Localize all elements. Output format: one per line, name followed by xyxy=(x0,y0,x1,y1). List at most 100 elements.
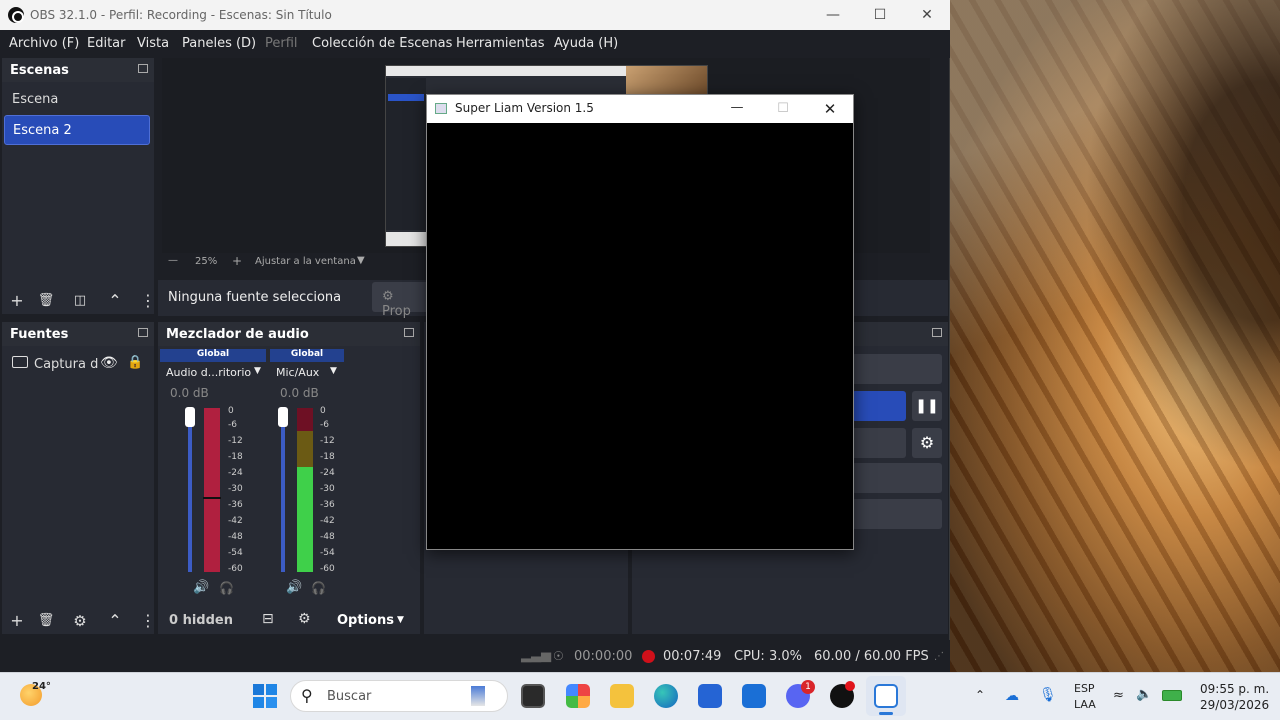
search-placeholder: Buscar xyxy=(327,689,372,704)
game-window[interactable]: Super Liam Version 1.5 — ☐ ✕ xyxy=(426,94,854,550)
meter-scale: 0 -6 -12 -18 -24 -30 -36 -42 -48 -54 -60 xyxy=(228,406,243,576)
scenes-header: Escenas xyxy=(2,58,154,82)
control-button[interactable] xyxy=(852,428,906,458)
properties-button[interactable]: ⚙ Prop xyxy=(372,282,432,319)
volume-slider-track[interactable] xyxy=(281,412,285,572)
chevron-down-icon[interactable]: ▼ xyxy=(397,615,404,625)
tick-label: -60 xyxy=(228,564,243,574)
volume-slider-track[interactable] xyxy=(188,412,192,572)
tick-label: -6 xyxy=(320,420,329,430)
start-menu-icon[interactable] xyxy=(253,684,277,708)
control-button[interactable] xyxy=(852,499,942,529)
scene-item[interactable]: Escena xyxy=(4,85,150,115)
speaker-icon[interactable]: 🔊 xyxy=(286,580,302,595)
move-up-icon[interactable]: ⌃ xyxy=(104,610,126,632)
remove-source-icon[interactable]: 🗑 xyxy=(35,610,57,632)
battery-icon[interactable] xyxy=(1162,690,1182,701)
language-bottom[interactable]: LAA xyxy=(1074,698,1096,711)
eye-icon[interactable]: 👁 xyxy=(100,355,118,371)
menu-vista[interactable]: Vista xyxy=(137,36,169,51)
headphones-icon[interactable]: 🎧 xyxy=(219,581,234,595)
status-bar: ▂▃▅ ☉ 00:00:00 00:07:49 CPU: 3.0% 60.00 … xyxy=(0,640,950,672)
source-settings-icon[interactable]: ⚙ xyxy=(69,610,91,632)
tick-label: -36 xyxy=(320,500,335,510)
language-top[interactable]: ESP xyxy=(1074,682,1095,695)
channel-name[interactable]: Mic/Aux xyxy=(276,366,319,379)
minimize-button[interactable]: — xyxy=(810,4,856,26)
volume-slider-handle[interactable] xyxy=(278,407,288,427)
channel-name[interactable]: Audio d...ritorio xyxy=(166,366,251,379)
menu-herramientas[interactable]: Herramientas xyxy=(456,36,545,51)
wifi-icon[interactable]: ≈ xyxy=(1113,688,1124,703)
menu-coleccion-escenas[interactable]: Colección de Escenas xyxy=(312,36,452,51)
headphones-icon[interactable]: 🎧 xyxy=(311,581,326,595)
zoom-out-icon[interactable]: — xyxy=(168,255,178,266)
undock-icon[interactable] xyxy=(138,64,148,73)
obs-titlebar: OBS 32.1.0 - Perfil: Recording - Escenas… xyxy=(0,0,950,30)
onedrive-sync-icon[interactable]: ☁ xyxy=(1005,688,1019,704)
tick-label: -18 xyxy=(320,452,335,462)
control-button[interactable] xyxy=(852,354,942,384)
options-button[interactable]: Options xyxy=(337,613,394,628)
menu-archivo[interactable]: Archivo (F) xyxy=(9,36,79,51)
gear-icon[interactable]: ⚙ xyxy=(912,428,942,458)
pause-icon[interactable]: ❚❚ xyxy=(912,391,942,421)
undock-icon[interactable] xyxy=(404,328,414,337)
control-button[interactable] xyxy=(852,463,942,493)
chevron-down-icon[interactable]: ▼ xyxy=(254,366,261,376)
minimize-button[interactable]: — xyxy=(724,98,750,120)
game-app-icon[interactable] xyxy=(874,684,898,708)
maximize-button[interactable]: ☐ xyxy=(770,98,796,120)
zoom-fit-label[interactable]: Ajustar a la ventana xyxy=(255,256,356,267)
close-button[interactable]: ✕ xyxy=(817,98,843,120)
outlook-icon[interactable] xyxy=(742,684,766,708)
microsoft-store-icon[interactable] xyxy=(698,684,722,708)
volume-slider-handle[interactable] xyxy=(185,407,195,427)
menu-ayuda[interactable]: Ayuda (H) xyxy=(554,36,618,51)
add-scene-icon[interactable]: + xyxy=(6,290,28,312)
menu-editar[interactable]: Editar xyxy=(87,36,126,51)
lock-icon[interactable]: 🔒 xyxy=(127,355,143,370)
chevron-up-icon[interactable]: ⌃ xyxy=(975,688,985,702)
file-explorer-icon[interactable] xyxy=(610,684,634,708)
menu-paneles[interactable]: Paneles (D) xyxy=(182,36,256,51)
stop-recording-button[interactable] xyxy=(852,391,906,421)
source-item-label[interactable]: Captura d xyxy=(34,357,98,372)
volume-icon[interactable]: 🔈 xyxy=(1136,687,1152,702)
taskbar-search[interactable]: ⚲ Buscar xyxy=(290,680,508,712)
tick-label: -6 xyxy=(228,420,237,430)
zoom-dropdown-icon[interactable]: ▼ xyxy=(357,255,365,266)
sources-title: Fuentes xyxy=(10,327,69,342)
hidden-count[interactable]: 0 hidden xyxy=(169,613,233,628)
layout-toggle-icon[interactable]: ⊟ xyxy=(262,611,274,627)
speaker-icon[interactable]: 🔊 xyxy=(193,580,209,595)
more-icon[interactable]: ⋮ xyxy=(140,290,156,312)
task-view-icon[interactable] xyxy=(521,684,545,708)
add-source-icon[interactable]: + xyxy=(6,610,28,632)
gear-icon: ⚙ xyxy=(382,289,394,304)
move-up-icon[interactable]: ⌃ xyxy=(104,290,126,312)
edge-icon[interactable] xyxy=(654,684,678,708)
chevron-down-icon[interactable]: ▼ xyxy=(330,366,337,376)
close-button[interactable]: ✕ xyxy=(904,4,950,26)
microphone-icon[interactable]: 🎙 xyxy=(1039,687,1057,703)
recording-badge-icon xyxy=(845,681,855,691)
scene-filters-icon[interactable]: ◫ xyxy=(69,290,91,312)
zoom-in-icon[interactable]: + xyxy=(232,254,242,268)
tick-label: -42 xyxy=(228,516,243,526)
scene-item-selected[interactable]: Escena 2 xyxy=(4,115,150,145)
mixer-settings-icon[interactable]: ⚙ xyxy=(298,611,311,627)
more-icon[interactable]: ⋮ xyxy=(140,610,156,632)
remove-scene-icon[interactable]: 🗑 xyxy=(35,290,57,312)
m365-icon[interactable] xyxy=(566,684,590,708)
menu-perfil[interactable]: Perfil xyxy=(265,36,298,51)
clock-time[interactable]: 09:55 p. m. xyxy=(1200,682,1269,696)
clock-date[interactable]: 29/03/2026 xyxy=(1200,698,1269,712)
undock-icon[interactable] xyxy=(932,328,942,337)
channel-badge: Global xyxy=(160,349,266,362)
tick-label: -60 xyxy=(320,564,335,574)
resize-grip-icon[interactable]: ⋰ xyxy=(934,651,944,662)
undock-icon[interactable] xyxy=(138,328,148,337)
maximize-button[interactable]: ☐ xyxy=(857,4,903,26)
audio-meter-right xyxy=(305,408,313,572)
